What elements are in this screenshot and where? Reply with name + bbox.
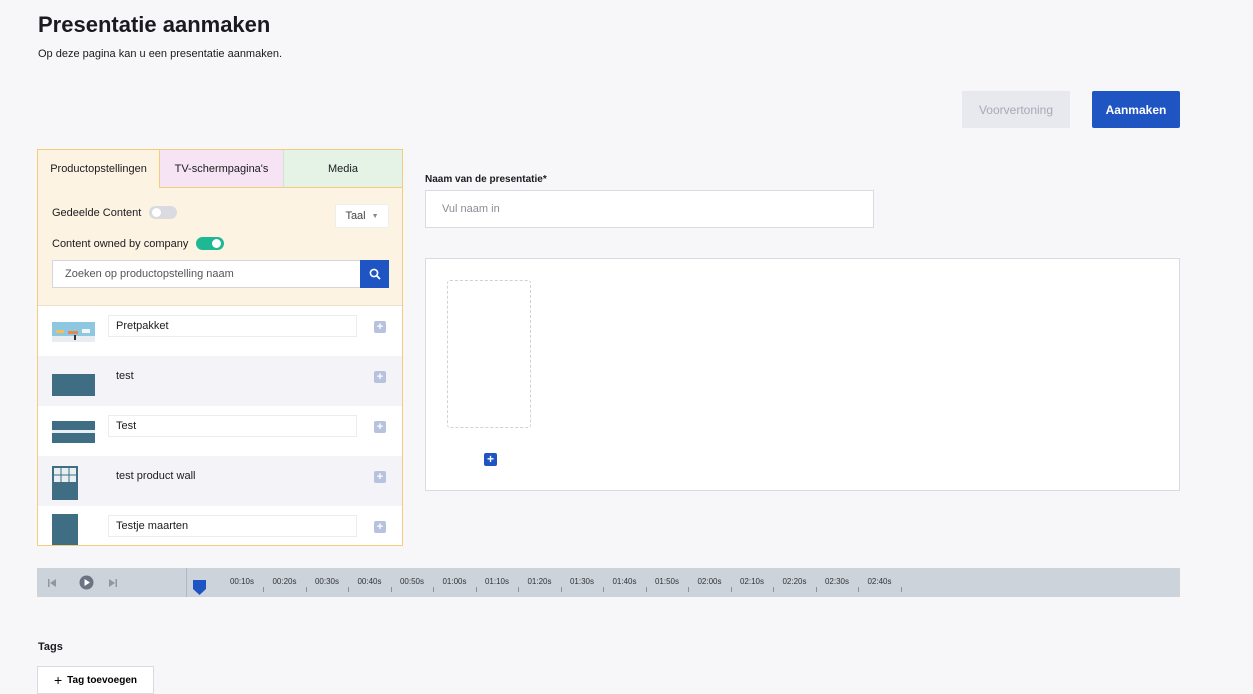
timeline: 00:10s 00:20s 00:30s 00:40s 00:50s 01:00s 01:1… (37, 568, 1180, 597)
add-item-button[interactable]: + (374, 371, 386, 383)
list-item: Pretpakket + (38, 306, 402, 356)
language-select[interactable]: Taal ▼ (335, 204, 389, 228)
timeline-tick (603, 587, 604, 592)
search-icon (369, 268, 381, 280)
timeline-label: 00:10s (229, 577, 255, 586)
timeline-tick (688, 587, 689, 592)
shared-content-label: Gedeelde Content (52, 206, 142, 219)
timeline-tick (858, 587, 859, 592)
content-picker-panel: Productopstellingen TV-schermpagina's Me… (37, 149, 403, 546)
owned-content-row: Content owned by company (52, 237, 225, 250)
timeline-label: 00:30s (314, 577, 340, 586)
language-select-label: Taal (345, 210, 366, 222)
owned-content-toggle[interactable] (196, 237, 225, 250)
item-name: Pretpakket (108, 315, 357, 337)
timeline-tick (263, 587, 264, 592)
shared-content-row: Gedeelde Content (52, 206, 178, 219)
timeline-label: 01:00s (442, 577, 467, 586)
page-title: Presentatie aanmaken (38, 12, 271, 37)
timeline-label: 02:10s (739, 577, 765, 586)
create-button[interactable]: Aanmaken (1092, 91, 1180, 128)
play-icon (79, 575, 94, 590)
timeline-label: 02:40s (867, 577, 892, 586)
timeline-label: 00:20s (272, 577, 297, 586)
skip-forward-icon (109, 578, 117, 587)
tab-media[interactable]: Media (283, 150, 402, 188)
play-button[interactable] (79, 568, 94, 597)
add-slide-button[interactable]: + (484, 453, 497, 466)
list-item: test + (38, 356, 402, 406)
slides-canvas: + (425, 258, 1180, 491)
chevron-down-icon: ▼ (371, 212, 379, 220)
tags-label: Tags (38, 641, 63, 653)
timeline-tick (475, 587, 477, 592)
shared-content-toggle[interactable] (149, 206, 178, 219)
presentation-name-label: Naam van de presentatie* (425, 174, 547, 185)
timeline-tick (730, 587, 732, 592)
add-item-button[interactable]: + (374, 471, 386, 483)
timeline-label: 02:00s (697, 577, 722, 586)
search-input[interactable] (52, 260, 360, 288)
toggle-knob (152, 208, 162, 217)
timeline-label: 01:40s (612, 577, 637, 586)
tab-tv-schermpaginas[interactable]: TV-schermpagina's (160, 150, 283, 188)
content-tabs: Productopstellingen TV-schermpagina's Me… (38, 150, 402, 188)
list-item: Testje maarten + (38, 506, 402, 545)
plus-icon: + (53, 672, 63, 688)
slide-placeholder[interactable] (447, 280, 531, 428)
skip-back-icon (48, 578, 56, 587)
timeline-label: 02:30s (824, 577, 850, 586)
timeline-label: 00:40s (357, 577, 382, 586)
item-thumbnail (52, 421, 95, 443)
item-name: Test (108, 415, 357, 437)
item-thumbnail (52, 322, 95, 342)
timeline-label: 01:20s (527, 577, 552, 586)
search-button[interactable] (360, 260, 389, 288)
playhead-marker-icon[interactable] (193, 580, 206, 595)
timeline-tick (390, 587, 392, 592)
timeline-label: 01:30s (569, 577, 595, 586)
preview-button[interactable]: Voorvertoning (962, 91, 1070, 128)
item-thumbnail (52, 466, 78, 500)
search-bar (52, 260, 389, 288)
timeline-tick (433, 587, 434, 592)
add-item-button[interactable]: + (374, 521, 386, 533)
timeline-divider (186, 568, 187, 597)
list-item: test product wall + (38, 456, 402, 506)
timeline-tick (645, 587, 647, 592)
skip-back-button[interactable] (47, 568, 57, 597)
timeline-tick (305, 587, 307, 592)
timeline-tick (773, 587, 774, 592)
item-name: test (116, 370, 134, 382)
list-item: Test + (38, 406, 402, 456)
item-thumbnail (52, 374, 95, 396)
toggle-knob (212, 239, 222, 248)
page-subtitle: Op deze pagina kan u een presentatie aan… (38, 48, 283, 60)
timeline-tick (348, 587, 349, 592)
owned-content-label: Content owned by company (52, 237, 189, 250)
tab-productopstellingen[interactable]: Productopstellingen (38, 150, 160, 188)
timeline-tick (815, 587, 817, 592)
filter-area: Gedeelde Content Taal ▼ Content owned by… (38, 188, 402, 306)
timeline-label: 01:10s (484, 577, 510, 586)
add-item-button[interactable]: + (374, 421, 386, 433)
presentation-name-input[interactable] (425, 190, 874, 228)
item-thumbnail (52, 514, 78, 545)
timeline-tick (900, 587, 902, 592)
timeline-label: 01:50s (654, 577, 680, 586)
item-name: test product wall (116, 470, 196, 482)
timeline-tick (560, 587, 562, 592)
item-name: Testje maarten (108, 515, 357, 537)
skip-forward-button[interactable] (108, 568, 118, 597)
add-tag-label: Tag toevoegen (67, 674, 137, 686)
item-list: Pretpakket + test + Test + test product … (38, 306, 402, 545)
add-item-button[interactable]: + (374, 321, 386, 333)
add-tag-button[interactable]: + Tag toevoegen (37, 666, 154, 694)
timeline-tick (518, 587, 519, 592)
timeline-label: 02:20s (782, 577, 807, 586)
timeline-label: 00:50s (399, 577, 425, 586)
